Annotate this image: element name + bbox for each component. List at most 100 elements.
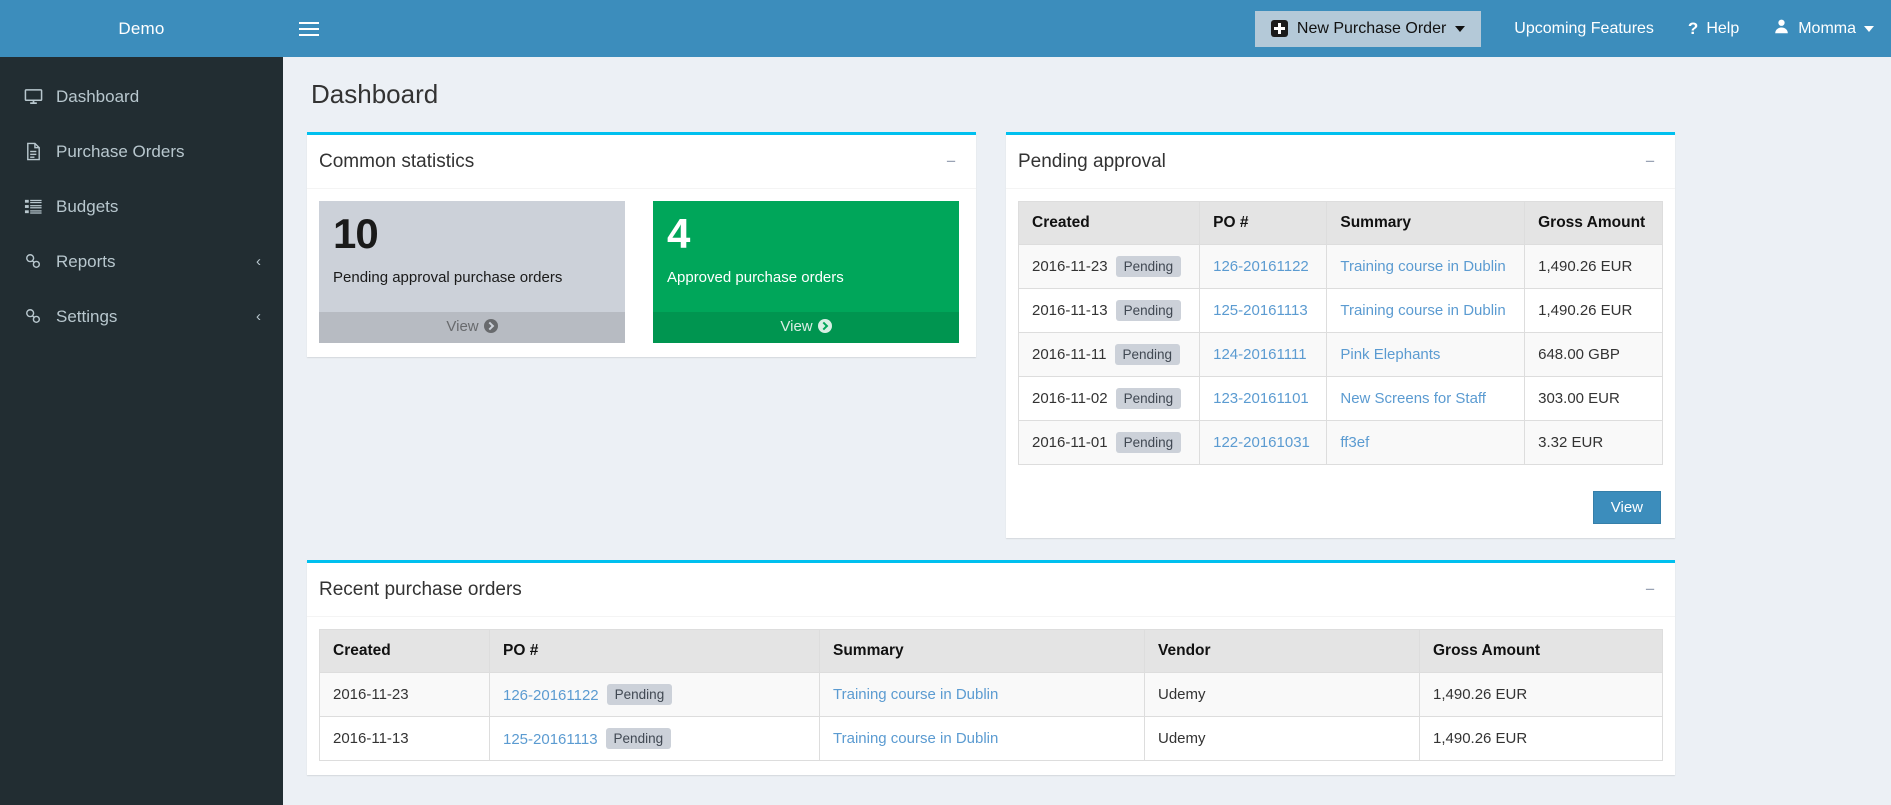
arrow-circle-right-icon — [483, 319, 498, 333]
common-statistics-title: Common statistics — [319, 150, 475, 172]
document-icon — [24, 142, 52, 161]
stat-card-approved-view-link[interactable]: View — [653, 312, 959, 343]
pending-approval-header: Pending approval − — [1006, 135, 1675, 189]
summary-link[interactable]: Pink Elephants — [1340, 346, 1440, 363]
column-header-gross-amount: Gross Amount — [1419, 629, 1663, 673]
upcoming-features-link[interactable]: Upcoming Features — [1497, 0, 1671, 57]
collapse-icon[interactable]: − — [1639, 149, 1661, 174]
cell-po: 125-20161113 — [1199, 288, 1328, 333]
pending-approval-panel: Pending approval − Created PO # Summary … — [1006, 132, 1675, 538]
po-link[interactable]: 124-20161111 — [1213, 346, 1306, 363]
sidebar: Demo Dashboard Purchase Orders Budgets R… — [0, 0, 283, 805]
cell-gross: 1,490.26 EUR — [1524, 288, 1663, 333]
app-root: Demo Dashboard Purchase Orders Budgets R… — [0, 0, 1891, 805]
stat-card-approved-number: 4 — [667, 210, 690, 257]
list-icon — [24, 197, 52, 216]
table-row: 2016-11-13 125-20161113 Pending Training … — [319, 716, 1663, 761]
table-header-row: Created PO # Summary Vendor Gross Amount — [319, 629, 1663, 673]
cell-vendor: Udemy — [1144, 672, 1420, 717]
sidebar-item-label: Budgets — [56, 196, 119, 216]
stat-cards-row: 10 Pending approval purchase orders View… — [319, 201, 964, 343]
created-date: 2016-11-02 — [1032, 390, 1108, 407]
new-purchase-order-button[interactable]: New Purchase Order — [1254, 10, 1482, 47]
common-statistics-panel: Common statistics − 10 Pending approval … — [307, 132, 976, 357]
po-link[interactable]: 125-20161113 — [503, 731, 598, 748]
recent-purchase-orders-table: Created PO # Summary Vendor Gross Amount… — [319, 629, 1663, 761]
cell-summary: Training course in Dublin — [819, 672, 1145, 717]
upcoming-features-label: Upcoming Features — [1514, 19, 1654, 37]
recent-purchase-orders-title: Recent purchase orders — [319, 578, 522, 600]
stat-card-approved-view-label: View — [780, 318, 813, 335]
summary-link[interactable]: New Screens for Staff — [1340, 390, 1486, 407]
sidebar-item-dashboard[interactable]: Dashboard — [0, 69, 283, 124]
sidebar-item-reports[interactable]: Reports ‹ — [0, 234, 283, 289]
cell-gross: 1,490.26 EUR — [1419, 716, 1663, 761]
stat-card-pending-view-link[interactable]: View — [319, 312, 625, 343]
summary-link[interactable]: ff3ef — [1340, 434, 1369, 451]
table-row: 2016-11-02 Pending 123-20161101 New Scree… — [1017, 376, 1663, 421]
column-header-created: Created — [319, 629, 490, 673]
status-badge: Pending — [1114, 344, 1181, 365]
brand-label: Demo — [118, 18, 165, 38]
recent-purchase-orders-tbody: 2016-11-23 126-20161122 Pending Training … — [319, 672, 1663, 761]
cell-summary: New Screens for Staff — [1326, 376, 1526, 421]
hamburger-menu-icon[interactable] — [283, 0, 335, 57]
po-link[interactable]: 126-20161122 — [503, 687, 599, 704]
stat-card-approved-text: Approved purchase orders — [667, 268, 844, 286]
cell-po: 126-20161122 Pending — [489, 672, 820, 717]
summary-link[interactable]: Training course in Dublin — [1340, 258, 1505, 275]
po-link[interactable]: 125-20161113 — [1213, 302, 1308, 319]
link-icon — [24, 252, 52, 271]
recent-purchase-orders-thead: Created PO # Summary Vendor Gross Amount — [319, 629, 1663, 673]
sidebar-menu: Dashboard Purchase Orders Budgets Report… — [0, 57, 283, 344]
pending-approval-body: Created PO # Summary Gross Amount 2016-1… — [1006, 189, 1675, 479]
help-link[interactable]: ? Help — [1671, 0, 1756, 57]
user-menu[interactable]: Momma — [1756, 0, 1891, 57]
created-date: 2016-11-01 — [1032, 434, 1108, 451]
pending-approval-thead: Created PO # Summary Gross Amount — [1017, 201, 1663, 245]
column-header-vendor: Vendor — [1144, 629, 1420, 673]
pending-approval-title: Pending approval — [1018, 150, 1166, 172]
summary-link[interactable]: Training course in Dublin — [833, 686, 998, 703]
plus-square-icon — [1270, 20, 1288, 37]
status-badge: Pending — [1115, 300, 1182, 321]
sidebar-item-label: Reports — [56, 251, 116, 271]
created-date: 2016-11-23 — [1032, 258, 1108, 275]
brand-logo[interactable]: Demo — [0, 0, 283, 57]
summary-link[interactable]: Training course in Dublin — [833, 730, 998, 747]
pending-approval-footer: View — [1006, 479, 1675, 538]
cell-created: 2016-11-13 Pending — [1017, 288, 1201, 333]
cell-summary: ff3ef — [1326, 420, 1526, 465]
cell-created: 2016-11-13 — [319, 716, 490, 761]
table-row: 2016-11-11 Pending 124-20161111 Pink Elep… — [1017, 332, 1663, 377]
summary-link[interactable]: Training course in Dublin — [1340, 302, 1505, 319]
cell-created: 2016-11-02 Pending — [1017, 376, 1201, 421]
table-row: 2016-11-23 126-20161122 Pending Training … — [319, 672, 1663, 717]
status-badge: Pending — [1115, 432, 1182, 453]
pending-approval-view-button[interactable]: View — [1592, 491, 1661, 524]
stat-card-pending: 10 Pending approval purchase orders View — [319, 201, 625, 343]
recent-purchase-orders-panel: Recent purchase orders − Created PO # Su… — [307, 560, 1675, 775]
status-badge: Pending — [1115, 256, 1182, 277]
chevron-left-icon: ‹ — [256, 308, 261, 325]
stat-card-approved: 4 Approved purchase orders View — [653, 201, 959, 343]
collapse-icon[interactable]: − — [1639, 577, 1661, 602]
po-link[interactable]: 122-20161031 — [1213, 434, 1310, 451]
chevron-down-icon — [1864, 25, 1874, 32]
help-label: Help — [1706, 19, 1740, 37]
sidebar-item-budgets[interactable]: Budgets — [0, 179, 283, 234]
column-header-summary: Summary — [819, 629, 1145, 673]
sidebar-item-settings[interactable]: Settings ‹ — [0, 289, 283, 344]
cell-summary: Training course in Dublin — [819, 716, 1145, 761]
collapse-icon[interactable]: − — [940, 149, 962, 174]
dashboard-top-row: Common statistics − 10 Pending approval … — [307, 132, 1867, 560]
stat-card-pending-text: Pending approval purchase orders — [333, 268, 563, 286]
cell-po: 123-20161101 — [1199, 376, 1328, 421]
po-link[interactable]: 126-20161122 — [1213, 258, 1309, 275]
po-link[interactable]: 123-20161101 — [1213, 390, 1309, 407]
cell-po: 122-20161031 — [1199, 420, 1328, 465]
sidebar-item-purchase-orders[interactable]: Purchase Orders — [0, 124, 283, 179]
user-icon — [1773, 18, 1790, 40]
cell-gross: 1,490.26 EUR — [1419, 672, 1663, 717]
cell-created: 2016-11-23 Pending — [1017, 244, 1201, 289]
